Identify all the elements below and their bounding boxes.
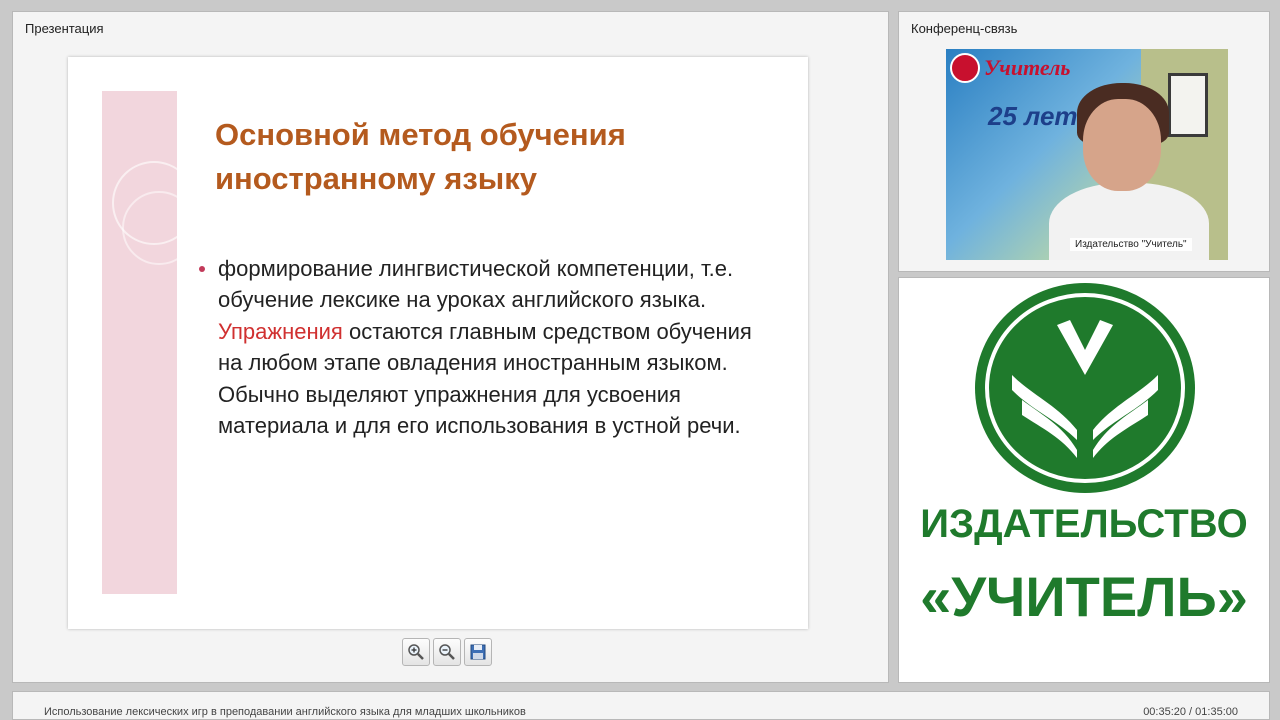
bullet-dot-icon (199, 266, 205, 272)
save-button[interactable] (464, 638, 492, 666)
conference-panel: Конференц-связь Учитель 25 лет Издательс… (898, 11, 1270, 272)
slide-title: Основной метод обучения иностранному язы… (215, 117, 626, 196)
banner-years: 25 лет (988, 101, 1078, 131)
status-bar: Использование лексических игр в преподав… (12, 691, 1270, 720)
publisher-word1: ИЗДАТЕЛЬСТВО (920, 502, 1248, 546)
save-icon (470, 644, 486, 660)
slide: Основной метод обучения иностранному язы… (68, 57, 808, 629)
publisher-logo-icon (975, 283, 1195, 493)
video-feed[interactable]: Учитель 25 лет Издательство "Учитель" (946, 49, 1228, 260)
zoom-out-button[interactable] (433, 638, 461, 666)
banner-text: Учитель (984, 55, 1071, 80)
zoom-in-icon (408, 644, 424, 660)
conference-panel-title: Конференц-связь (911, 21, 1018, 36)
presentation-panel: Презентация Основной метод обучения инос… (12, 11, 889, 683)
banner-logo-icon (950, 53, 980, 83)
zoom-out-icon (439, 644, 455, 660)
video-caption: Издательство "Учитель" (1070, 238, 1192, 251)
publisher-word2: «УЧИТЕЛЬ» (920, 565, 1248, 628)
decor-ring (122, 191, 196, 265)
slide-decor-stripe (102, 91, 196, 594)
slide-text-before: формирование лингвистической компетенции… (218, 256, 734, 313)
speaker-head (1083, 99, 1161, 191)
playback-time: 00:35:20 / 01:35:00 (1143, 706, 1238, 718)
publisher-logo-panel: ИЗДАТЕЛЬСТВО «УЧИТЕЛЬ» (898, 277, 1270, 683)
webinar-title: Использование лексических игр в преподав… (44, 706, 526, 718)
video-wall-frame (1168, 73, 1208, 137)
slide-text-highlight: Упражнения (218, 318, 343, 344)
presentation-panel-title: Презентация (25, 21, 104, 36)
slide-toolbar (402, 638, 492, 668)
slide-bullet: формирование лингвистической компетенции… (199, 253, 778, 441)
zoom-in-button[interactable] (402, 638, 430, 666)
